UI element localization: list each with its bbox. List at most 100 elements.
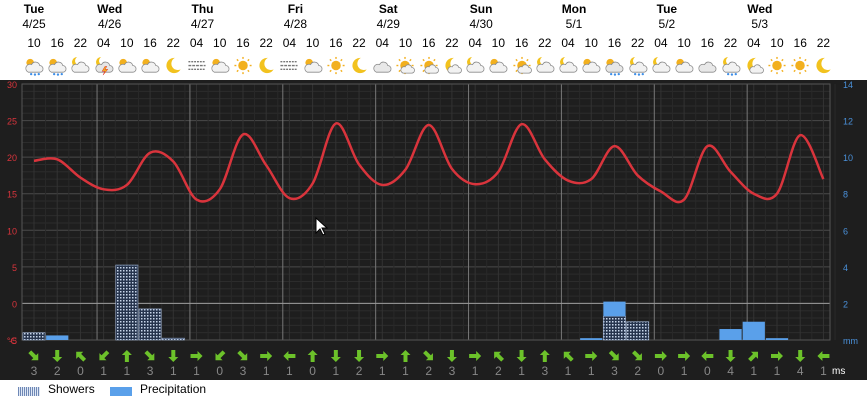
moon-icon — [812, 56, 834, 76]
sun-cloud-icon — [394, 56, 416, 76]
sun-icon — [325, 56, 347, 76]
partly-cloudy-drizzle-icon — [46, 56, 68, 76]
date-label: 5/2 — [658, 17, 676, 31]
hour-label: 22 — [259, 36, 273, 50]
left-axis-tick: 0 — [12, 299, 17, 309]
hour-label: 22 — [538, 36, 552, 50]
hour-label: 10 — [677, 36, 691, 50]
hour-label: 22 — [723, 36, 738, 50]
date-label: 5/3 — [751, 17, 769, 31]
hour-label: 16 — [793, 36, 807, 50]
right-axis-tick: 4 — [843, 263, 848, 273]
hour-label: 10 — [770, 36, 784, 50]
left-axis-tick: 20 — [7, 153, 17, 163]
hour-label: 10 — [491, 36, 506, 50]
showers-bar — [138, 308, 162, 341]
hour-label: 22 — [73, 36, 88, 50]
partly-cloudy-icon — [139, 56, 161, 76]
left-axis-tick: 10 — [7, 226, 17, 236]
right-axis-tick: 2 — [843, 299, 848, 309]
showers-bar — [603, 315, 626, 341]
showers-bar — [115, 264, 139, 341]
moon-icon — [162, 56, 184, 76]
hour-label: 10 — [398, 36, 413, 50]
fog-icon — [278, 56, 300, 76]
date-label: 4/28 — [283, 17, 308, 31]
date-label: 5/1 — [565, 17, 583, 31]
day-label: Fri — [287, 2, 304, 16]
hour-label: 04 — [375, 36, 389, 50]
cloudy-night-icon — [464, 56, 486, 76]
left-axis-tick: 25 — [7, 117, 17, 127]
right-axis-tick: 14 — [843, 80, 853, 90]
thunder-shower-night-icon — [93, 56, 115, 76]
hour-label: 04 — [747, 36, 761, 50]
precipitation-bar — [580, 338, 603, 340]
precipitation-bar — [742, 321, 765, 340]
hour-label: 16 — [329, 36, 343, 50]
showers-legend-label: Showers — [48, 382, 95, 396]
hour-label: 16 — [607, 36, 622, 50]
hour-label: 10 — [305, 36, 320, 50]
date-label: 4/30 — [469, 17, 493, 31]
partly-cloudy-icon — [116, 56, 138, 76]
hour-label: 16 — [700, 36, 714, 50]
hour-label: 22 — [630, 36, 645, 50]
right-axis-tick: 10 — [843, 153, 853, 163]
day-label: Wed — [97, 2, 123, 16]
hour-label: 10 — [120, 36, 134, 50]
left-axis-tick: 15 — [7, 190, 17, 200]
date-label: 4/27 — [190, 17, 215, 31]
moon-cloud-icon — [441, 56, 463, 76]
cloudy-night-icon — [534, 56, 556, 76]
hour-label: 22 — [352, 36, 366, 50]
cloudy-night-icon — [650, 56, 672, 76]
forecast-chart: 302520151050-5°C1412108642mm3 2 0 1 1 3 1 1 0 3 1 1… — [0, 80, 867, 380]
showers-bar — [22, 332, 46, 341]
forecast-header: Tue 4/25 Wed 4/26 Thu 4/27 Fri 4/28 Sat 4/29 Sun 4/… — [0, 0, 867, 80]
right-axis-unit: mm — [843, 336, 858, 346]
hour-label: 16 — [50, 36, 64, 50]
hour-label: 04 — [189, 36, 204, 50]
fog-icon — [186, 56, 208, 76]
cloud-icon — [696, 56, 718, 76]
day-label: Tue — [23, 2, 45, 16]
moon-cloud-icon — [743, 56, 765, 76]
hour-label: 22 — [816, 36, 831, 50]
partly-cloudy-icon — [302, 56, 324, 76]
sun-icon — [232, 56, 254, 76]
partly-cloudy-icon — [580, 56, 602, 76]
showers-bar — [161, 337, 185, 341]
cloud-icon — [371, 56, 393, 76]
moon-icon — [255, 56, 277, 76]
day-label: Tue — [656, 2, 678, 16]
left-axis-unit: °C — [7, 336, 18, 346]
right-axis-tick: 6 — [843, 226, 848, 236]
partly-cloudy-rain-icon — [603, 56, 625, 76]
sun-cloud-icon — [511, 56, 533, 76]
partly-cloudy-drizzle-icon — [23, 56, 45, 76]
precipitation-legend-label: Precipitation — [140, 382, 207, 396]
partly-cloudy-icon — [487, 56, 509, 76]
hour-label: 22 — [445, 36, 459, 50]
precipitation-legend-swatch — [110, 387, 132, 396]
hour-label: 16 — [236, 36, 250, 50]
cloudy-night-icon — [69, 56, 91, 76]
shower-night-icon — [627, 56, 649, 76]
showers-legend-swatch — [18, 387, 40, 396]
partly-cloudy-icon — [209, 56, 231, 76]
hour-label: 04 — [282, 36, 297, 50]
precipitation-bar — [719, 329, 742, 340]
right-axis-tick: 8 — [843, 190, 848, 200]
hour-label: 10 — [213, 36, 227, 50]
hour-label: 16 — [143, 36, 157, 50]
day-label: Thu — [191, 2, 214, 16]
showers-bar — [626, 321, 650, 341]
left-axis-tick: 5 — [12, 263, 17, 273]
right-axis-tick: 12 — [843, 117, 853, 127]
day-label: Sun — [469, 2, 493, 16]
hour-label: 04 — [468, 36, 482, 50]
hour-label: 16 — [514, 36, 529, 50]
partly-cloudy-icon — [673, 56, 695, 76]
chart-legend: Showers Precipitation — [0, 380, 867, 404]
